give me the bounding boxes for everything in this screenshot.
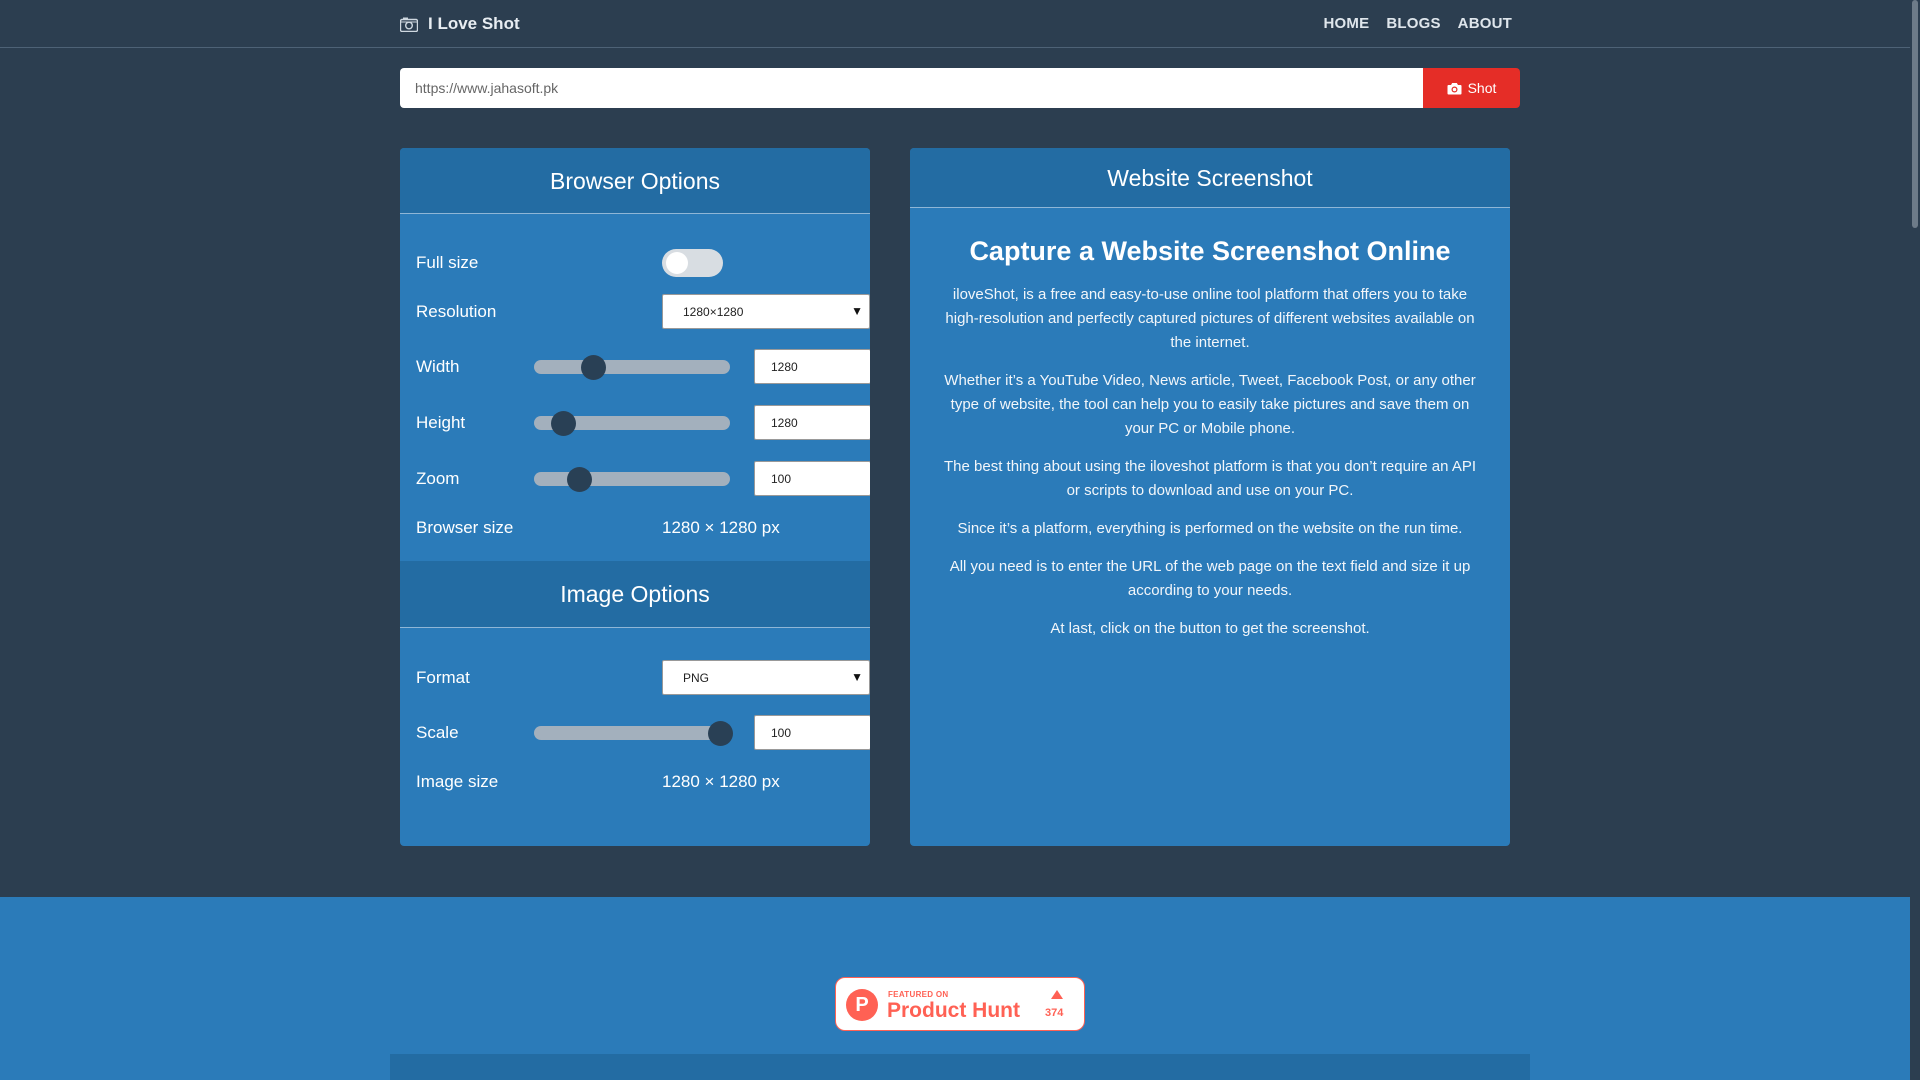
format-row: Format PNG ▼: [416, 660, 870, 695]
options-panel: Browser Options Full size Resolution 128…: [400, 148, 870, 846]
zoom-label: Zoom: [416, 468, 460, 488]
zoom-slider-thumb[interactable]: [567, 466, 593, 492]
width-input[interactable]: 1280: [754, 349, 870, 384]
product-hunt-logo-icon: P: [846, 989, 878, 1021]
height-label: Height: [416, 412, 466, 432]
product-hunt-badge[interactable]: P FEATURED ON Product Hunt 374: [835, 977, 1085, 1031]
product-hunt-featured-text: FEATURED ON: [888, 990, 949, 999]
top-navbar: I Love Shot HOME BLOGS ABOUT: [0, 0, 1920, 48]
zoom-input[interactable]: 100: [754, 461, 870, 496]
description-paragraph: Since it’s a platform, everything is per…: [957, 520, 1463, 537]
scale-slider-thumb[interactable]: [708, 720, 734, 746]
scrollbar-thumb[interactable]: [1912, 0, 1918, 228]
height-row: Height 1280: [416, 405, 870, 440]
resolution-select[interactable]: 1280×1280 ▼: [662, 294, 870, 329]
brand-title: I Love Shot: [428, 14, 520, 33]
description-paragraph: The best thing about using the iloveshot…: [944, 458, 1476, 499]
page-scrollbar[interactable]: [1910, 0, 1920, 1080]
scale-input[interactable]: 100: [754, 715, 870, 750]
zoom-slider[interactable]: [534, 466, 730, 492]
scale-label: Scale: [416, 722, 459, 742]
description-paragraph: At last, click on the button to get the …: [1050, 620, 1370, 637]
nav-blogs-link[interactable]: BLOGS: [1386, 15, 1440, 32]
nav-home-link[interactable]: HOME: [1324, 15, 1370, 32]
height-slider[interactable]: [534, 410, 730, 436]
brand[interactable]: I Love Shot: [400, 13, 520, 35]
url-bar: Shot: [400, 68, 1520, 108]
nav-links: HOME BLOGS ABOUT: [1324, 15, 1512, 32]
width-row: Width 1280: [416, 349, 870, 384]
height-slider-thumb[interactable]: [551, 410, 577, 436]
scale-row: Scale 100: [416, 715, 870, 750]
format-value: PNG: [683, 670, 710, 685]
resolution-row: Resolution 1280×1280 ▼: [416, 294, 870, 329]
product-hunt-name: Product Hunt: [887, 999, 1020, 1022]
screenshot-description: Capture a Website Screenshot Online ilov…: [910, 236, 1510, 641]
product-hunt-upvote-count: 374: [1045, 1007, 1064, 1019]
zoom-row: Zoom 100: [416, 461, 870, 496]
description-paragraph: Whether it’s a YouTube Video, News artic…: [944, 372, 1476, 437]
width-label: Width: [416, 356, 460, 376]
height-input[interactable]: 1280: [754, 405, 870, 440]
upvote-arrow-icon: [1051, 990, 1063, 999]
image-size-label: Image size: [416, 772, 499, 791]
resolution-label: Resolution: [416, 301, 497, 321]
nav-about-link[interactable]: ABOUT: [1458, 15, 1512, 32]
description-paragraph: All you need is to enter the URL of the …: [949, 558, 1471, 599]
browser-size-label: Browser size: [416, 518, 514, 537]
browser-size-value: 1280 × 1280 px: [662, 518, 780, 537]
format-label: Format: [416, 667, 470, 687]
chevron-down-icon: ▼: [851, 670, 863, 684]
chevron-down-icon: ▼: [851, 304, 863, 318]
website-screenshot-title: Website Screenshot: [910, 148, 1510, 208]
full-size-row: Full size: [416, 248, 854, 278]
description-heading: Capture a Website Screenshot Online: [969, 236, 1451, 266]
browser-options-title: Browser Options: [400, 148, 870, 214]
full-size-toggle[interactable]: [662, 249, 723, 277]
url-input[interactable]: [400, 68, 1423, 108]
image-options-title: Image Options: [400, 561, 870, 628]
camera-icon: [400, 17, 418, 32]
website-screenshot-panel: Website Screenshot Capture a Website Scr…: [910, 148, 1510, 846]
width-slider-thumb[interactable]: [580, 354, 606, 380]
camera-icon: [1447, 82, 1462, 94]
shot-button-label: Shot: [1467, 80, 1497, 96]
resolution-value: 1280×1280: [683, 304, 744, 319]
format-select[interactable]: PNG ▼: [662, 660, 870, 695]
browser-size-row: Browser size 1280 × 1280 px: [416, 513, 854, 543]
footer-strip: [390, 1054, 1530, 1080]
shot-button[interactable]: Shot: [1423, 68, 1520, 108]
full-size-label: Full size: [416, 253, 479, 272]
scale-slider[interactable]: [534, 720, 734, 746]
image-size-row: Image size 1280 × 1280 px: [416, 767, 854, 797]
width-slider[interactable]: [534, 354, 730, 380]
description-paragraph: iloveShot, is a free and easy-to-use onl…: [945, 286, 1475, 351]
toggle-knob: [666, 252, 688, 274]
image-size-value: 1280 × 1280 px: [662, 772, 780, 791]
